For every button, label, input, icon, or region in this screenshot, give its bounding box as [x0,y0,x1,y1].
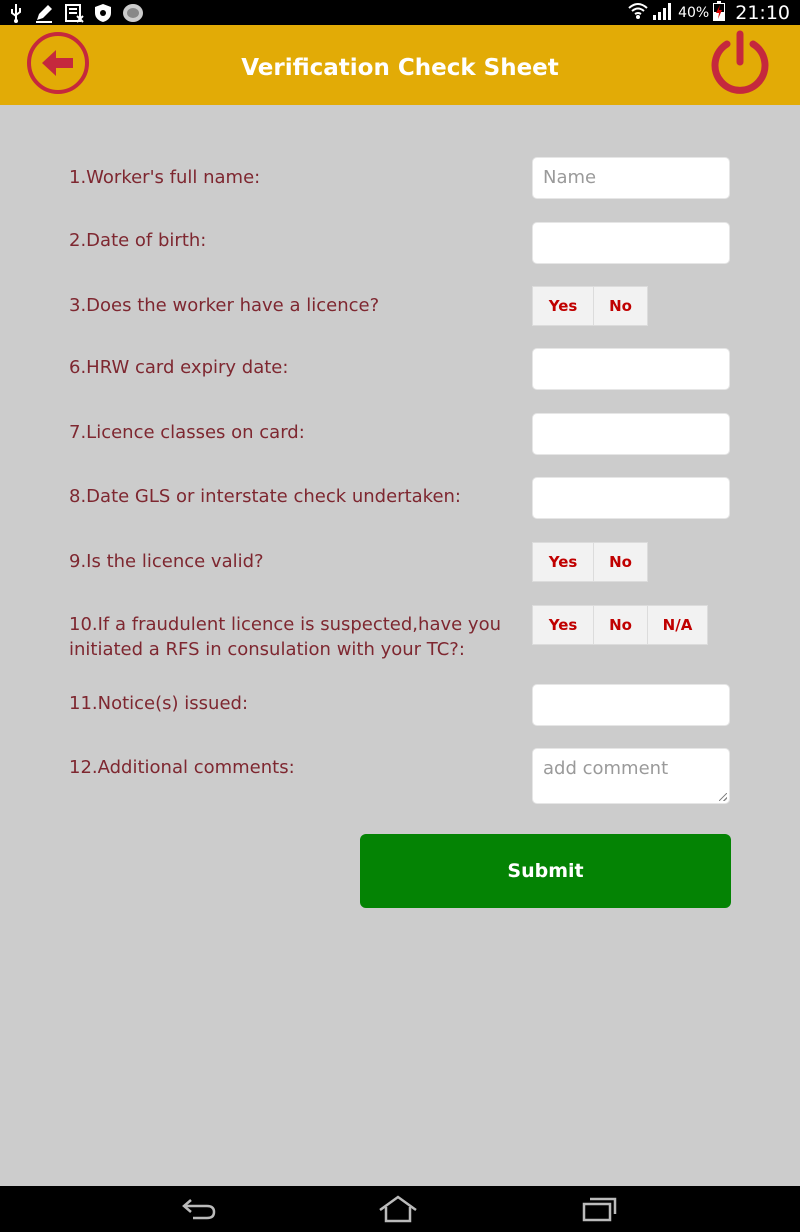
valid-no-button[interactable]: No [593,543,647,581]
notices-issued-input[interactable] [532,684,730,726]
q12-label: 12.Additional comments: [69,757,295,778]
wifi-icon [628,2,648,24]
licence-toggle: Yes No [532,286,648,326]
rfs-yes-button[interactable]: Yes [533,606,593,644]
sd-card-icon [64,3,84,23]
shield-icon [94,3,112,23]
q1-label: 1.Worker's full name: [69,167,261,188]
hrw-expiry-input[interactable] [532,348,730,390]
app-icon [122,3,144,23]
back-button[interactable] [27,32,89,94]
status-bar: 40% 21:10 [0,0,800,25]
q11-label: 11.Notice(s) issued: [69,693,249,714]
rfs-na-button[interactable]: N/A [647,606,707,644]
edit-icon [34,3,54,23]
signal-icon [652,2,674,24]
usb-icon [8,3,24,23]
submit-button[interactable]: Submit [360,834,731,908]
q10-label-line2: initiated a RFS in consulation with your… [69,639,465,660]
system-indicators: 40% 21:10 [628,0,790,25]
q8-label: 8.Date GLS or interstate check undertake… [69,486,461,507]
date-of-birth-input[interactable] [532,222,730,264]
home-nav-icon[interactable] [378,1194,418,1224]
arrow-left-icon [42,50,73,76]
q3-label: 3.Does the worker have a licence? [69,295,380,316]
comments-textarea[interactable]: add comment [532,748,730,804]
licence-valid-toggle: Yes No [532,542,648,582]
rfs-toggle: Yes No N/A [532,605,708,645]
q6-label: 6.HRW card expiry date: [69,357,289,378]
licence-classes-input[interactable] [532,413,730,455]
rfs-no-button[interactable]: No [593,606,647,644]
q2-label: 2.Date of birth: [69,230,207,251]
licence-no-button[interactable]: No [593,287,647,325]
q10-label-line1: 10.If a fraudulent licence is suspected,… [69,614,501,635]
licence-yes-button[interactable]: Yes [533,287,593,325]
gls-check-date-input[interactable] [532,477,730,519]
q9-label: 9.Is the licence valid? [69,551,264,572]
valid-yes-button[interactable]: Yes [533,543,593,581]
app-header: Verification Check Sheet [0,25,800,105]
resize-handle-icon[interactable] [719,793,727,801]
comments-placeholder: add comment [543,758,669,779]
q7-label: 7.Licence classes on card: [69,422,305,443]
battery-percent: 40% [678,4,710,21]
worker-name-input[interactable]: Name [532,157,730,199]
navigation-bar [0,1186,800,1232]
recents-nav-icon[interactable] [580,1194,620,1224]
notification-icons [8,2,144,24]
power-button[interactable] [707,30,773,96]
clock: 21:10 [735,1,790,24]
page-title: Verification Check Sheet [241,55,559,81]
back-nav-icon[interactable] [179,1194,219,1224]
battery-icon [713,0,726,25]
power-icon [711,30,769,94]
